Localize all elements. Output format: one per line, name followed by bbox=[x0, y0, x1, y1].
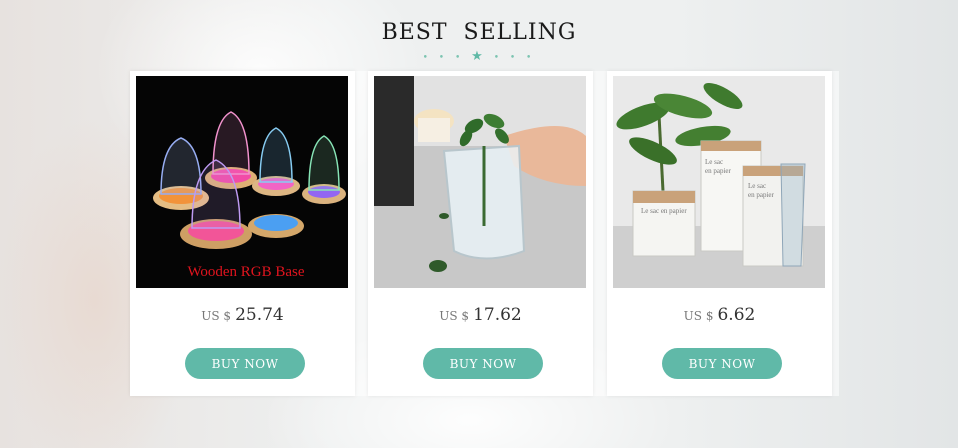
dots-right: • • • bbox=[493, 53, 536, 63]
glass-vase-image bbox=[374, 76, 586, 288]
price-value: 6.62 bbox=[717, 305, 756, 325]
product-card[interactable]: Wooden RGB Base US $25.74 BUY NOW bbox=[130, 71, 355, 396]
currency-label: US $ bbox=[683, 309, 714, 323]
product-image-paper-bags[interactable]: Le sac en papier Le sac en papier Le sac… bbox=[613, 76, 825, 288]
currency-label: US $ bbox=[201, 309, 232, 323]
title-decoration: • • • ★ • • • bbox=[0, 49, 958, 64]
svg-text:en papier: en papier bbox=[705, 167, 732, 175]
currency-label: US $ bbox=[439, 309, 470, 323]
price-value: 17.62 bbox=[473, 305, 522, 325]
section-title: BEST SELLING bbox=[381, 20, 577, 45]
product-card[interactable]: Le sac en papier Le sac en papier Le sac… bbox=[607, 71, 832, 396]
svg-text:Le sac: Le sac bbox=[705, 158, 723, 166]
svg-text:Le sac en papier: Le sac en papier bbox=[641, 207, 687, 215]
svg-text:en papier: en papier bbox=[748, 191, 775, 199]
buy-now-button[interactable]: BUY NOW bbox=[185, 348, 305, 379]
paper-bags-image: Le sac en papier Le sac en papier Le sac… bbox=[613, 76, 825, 288]
image-caption: Wooden RGB Base bbox=[187, 264, 304, 280]
dots-left: • • • bbox=[422, 53, 465, 63]
rgb-base-image: Wooden RGB Base bbox=[136, 76, 348, 288]
price-value: 25.74 bbox=[235, 305, 284, 325]
product-image-rgb-base[interactable]: Wooden RGB Base bbox=[136, 76, 348, 288]
product-image-glass-vase[interactable] bbox=[374, 76, 586, 288]
product-price: US $25.74 bbox=[130, 305, 355, 325]
svg-text:Le sac: Le sac bbox=[748, 182, 766, 190]
buy-now-button[interactable]: BUY NOW bbox=[423, 348, 543, 379]
star-icon: ★ bbox=[471, 49, 487, 64]
product-card[interactable]: US $17.62 BUY NOW bbox=[368, 71, 593, 396]
product-price: US $17.62 bbox=[368, 305, 593, 325]
buy-now-button[interactable]: BUY NOW bbox=[662, 348, 782, 379]
product-price: US $6.62 bbox=[607, 305, 832, 325]
